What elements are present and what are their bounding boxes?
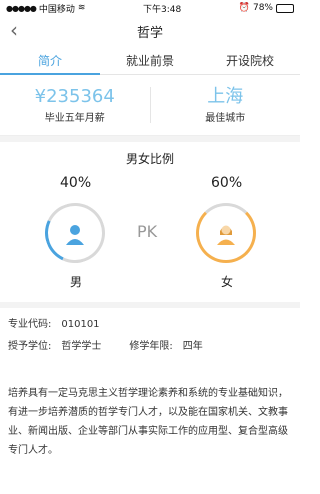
male-percent: 40% xyxy=(60,175,92,191)
city-label: 最佳城市 xyxy=(205,112,246,124)
tab-employment[interactable]: 就业前景 xyxy=(100,46,200,74)
salary-stat: ¥235364 毕业五年月薪 xyxy=(0,85,150,124)
female-ring xyxy=(196,203,256,263)
carrier-label: 中国移动 xyxy=(38,4,75,15)
code-value: 010101 xyxy=(61,319,100,330)
nav-bar: ‹ 哲学 xyxy=(0,16,300,46)
degree-value: 哲学学士 xyxy=(61,341,102,352)
city-value: 上海 xyxy=(207,85,244,107)
tab-schools[interactable]: 开设院校 xyxy=(200,46,300,74)
major-info: 专业代码: 010101 授予学位: 哲学学士 修学年限: 四年 xyxy=(0,308,300,364)
alarm-icon: ⏰ xyxy=(238,3,250,13)
ratio-title: 男女比例 xyxy=(125,152,174,166)
male-ring xyxy=(36,194,114,272)
wifi-icon: ≋ xyxy=(77,3,86,13)
degree-label: 授予学位: xyxy=(8,341,52,352)
page-title: 哲学 xyxy=(136,25,163,41)
section-gap xyxy=(0,364,300,378)
code-label: 专业代码: xyxy=(8,319,52,330)
female-label: 女 xyxy=(221,275,234,289)
stats-panel: ¥235364 毕业五年月薪 上海 最佳城市 xyxy=(0,75,300,136)
years-label: 修学年限: xyxy=(129,341,173,352)
salary-value: ¥235364 xyxy=(34,85,115,107)
description-text: 培养具有一定马克思主义哲学理论素养和系统的专业基础知识，有进一步培养潜质的哲学专… xyxy=(8,388,288,456)
city-stat: 上海 最佳城市 xyxy=(151,85,301,124)
female-percent: 60% xyxy=(211,175,243,191)
tab-bar: 简介 就业前景 开设院校 xyxy=(0,46,300,75)
salary-label: 毕业五年月薪 xyxy=(44,112,105,124)
status-time: 下午3:48 xyxy=(143,4,182,15)
female-avatar-icon xyxy=(217,225,235,245)
signal-icon: ●●●●● xyxy=(6,3,37,13)
battery-icon xyxy=(275,3,294,13)
male-label: 男 xyxy=(70,275,83,289)
male-avatar-icon xyxy=(66,225,84,245)
pk-label: PK xyxy=(137,222,158,241)
tab-intro[interactable]: 简介 xyxy=(0,46,100,75)
years-value: 四年 xyxy=(182,341,203,352)
back-icon[interactable]: ‹ xyxy=(10,19,18,41)
status-bar: ●●●●● 中国移动 ≋ 下午3:48 ⏰ 78% xyxy=(0,0,300,16)
battery-percent: 78% xyxy=(252,3,273,13)
gender-ratio-section: 男女比例 40% 60% PK 男 女 xyxy=(0,142,300,302)
